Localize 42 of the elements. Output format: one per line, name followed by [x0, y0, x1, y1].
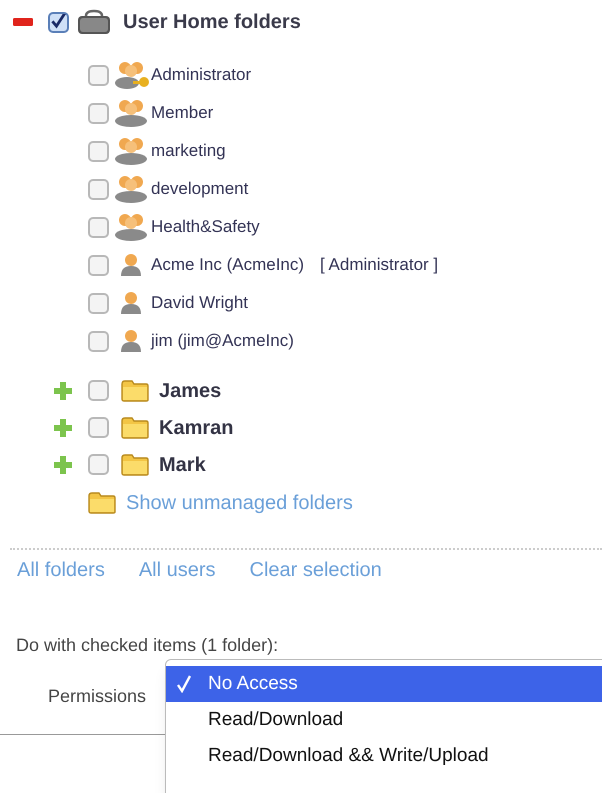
user-label[interactable]: David Wright	[151, 290, 248, 316]
checkbox[interactable]	[88, 216, 109, 238]
expand-icon[interactable]	[52, 454, 74, 476]
checkbox[interactable]	[88, 140, 109, 162]
expand-icon[interactable]	[52, 416, 74, 438]
checkbox[interactable]	[48, 12, 69, 32]
user-label[interactable]: Acme Inc (AcmeInc)	[151, 252, 304, 278]
user-label[interactable]: development	[151, 176, 248, 202]
folder-label[interactable]: Mark	[159, 450, 206, 480]
folder-icon	[88, 492, 116, 514]
user-label[interactable]: jim (jim@AcmeInc)	[151, 328, 294, 354]
user-label[interactable]: marketing	[151, 138, 226, 164]
user-icon	[119, 291, 143, 315]
user-label[interactable]: Member	[151, 100, 214, 126]
user-icon	[119, 253, 143, 277]
user-label[interactable]: Administrator	[151, 62, 252, 88]
role-label: [ Administrator ]	[320, 254, 438, 276]
checkbox[interactable]	[88, 102, 109, 124]
menu-item[interactable]: No Access	[166, 666, 602, 702]
menu-item[interactable]: Read/Download && Write/Upload	[166, 738, 602, 774]
folder-title: User Home folders	[123, 10, 301, 35]
checkbox[interactable]	[88, 417, 109, 438]
admin-group-icon	[113, 61, 151, 89]
check-icon	[176, 675, 192, 693]
folder-icon	[121, 380, 149, 402]
permissions-label: Permissions	[48, 685, 146, 708]
folder-icon	[121, 416, 149, 438]
checkbox[interactable]	[88, 178, 109, 200]
user-icon	[119, 329, 143, 353]
checkbox[interactable]	[88, 380, 109, 401]
folder-icon	[121, 454, 149, 476]
folder-label[interactable]: James	[159, 376, 222, 406]
menu-item[interactable]: Read/Download	[166, 702, 602, 738]
checkbox[interactable]	[88, 254, 109, 276]
checkbox[interactable]	[88, 292, 109, 314]
action-heading: Do with checked items (1 folder):	[15, 634, 280, 657]
checkbox[interactable]	[88, 454, 109, 475]
expand-icon[interactable]	[52, 380, 74, 402]
user-label[interactable]: Health&Safety	[151, 214, 260, 240]
checkbox[interactable]	[88, 64, 109, 86]
folder-label[interactable]: Kamran	[159, 412, 234, 442]
checkbox[interactable]	[88, 330, 109, 352]
